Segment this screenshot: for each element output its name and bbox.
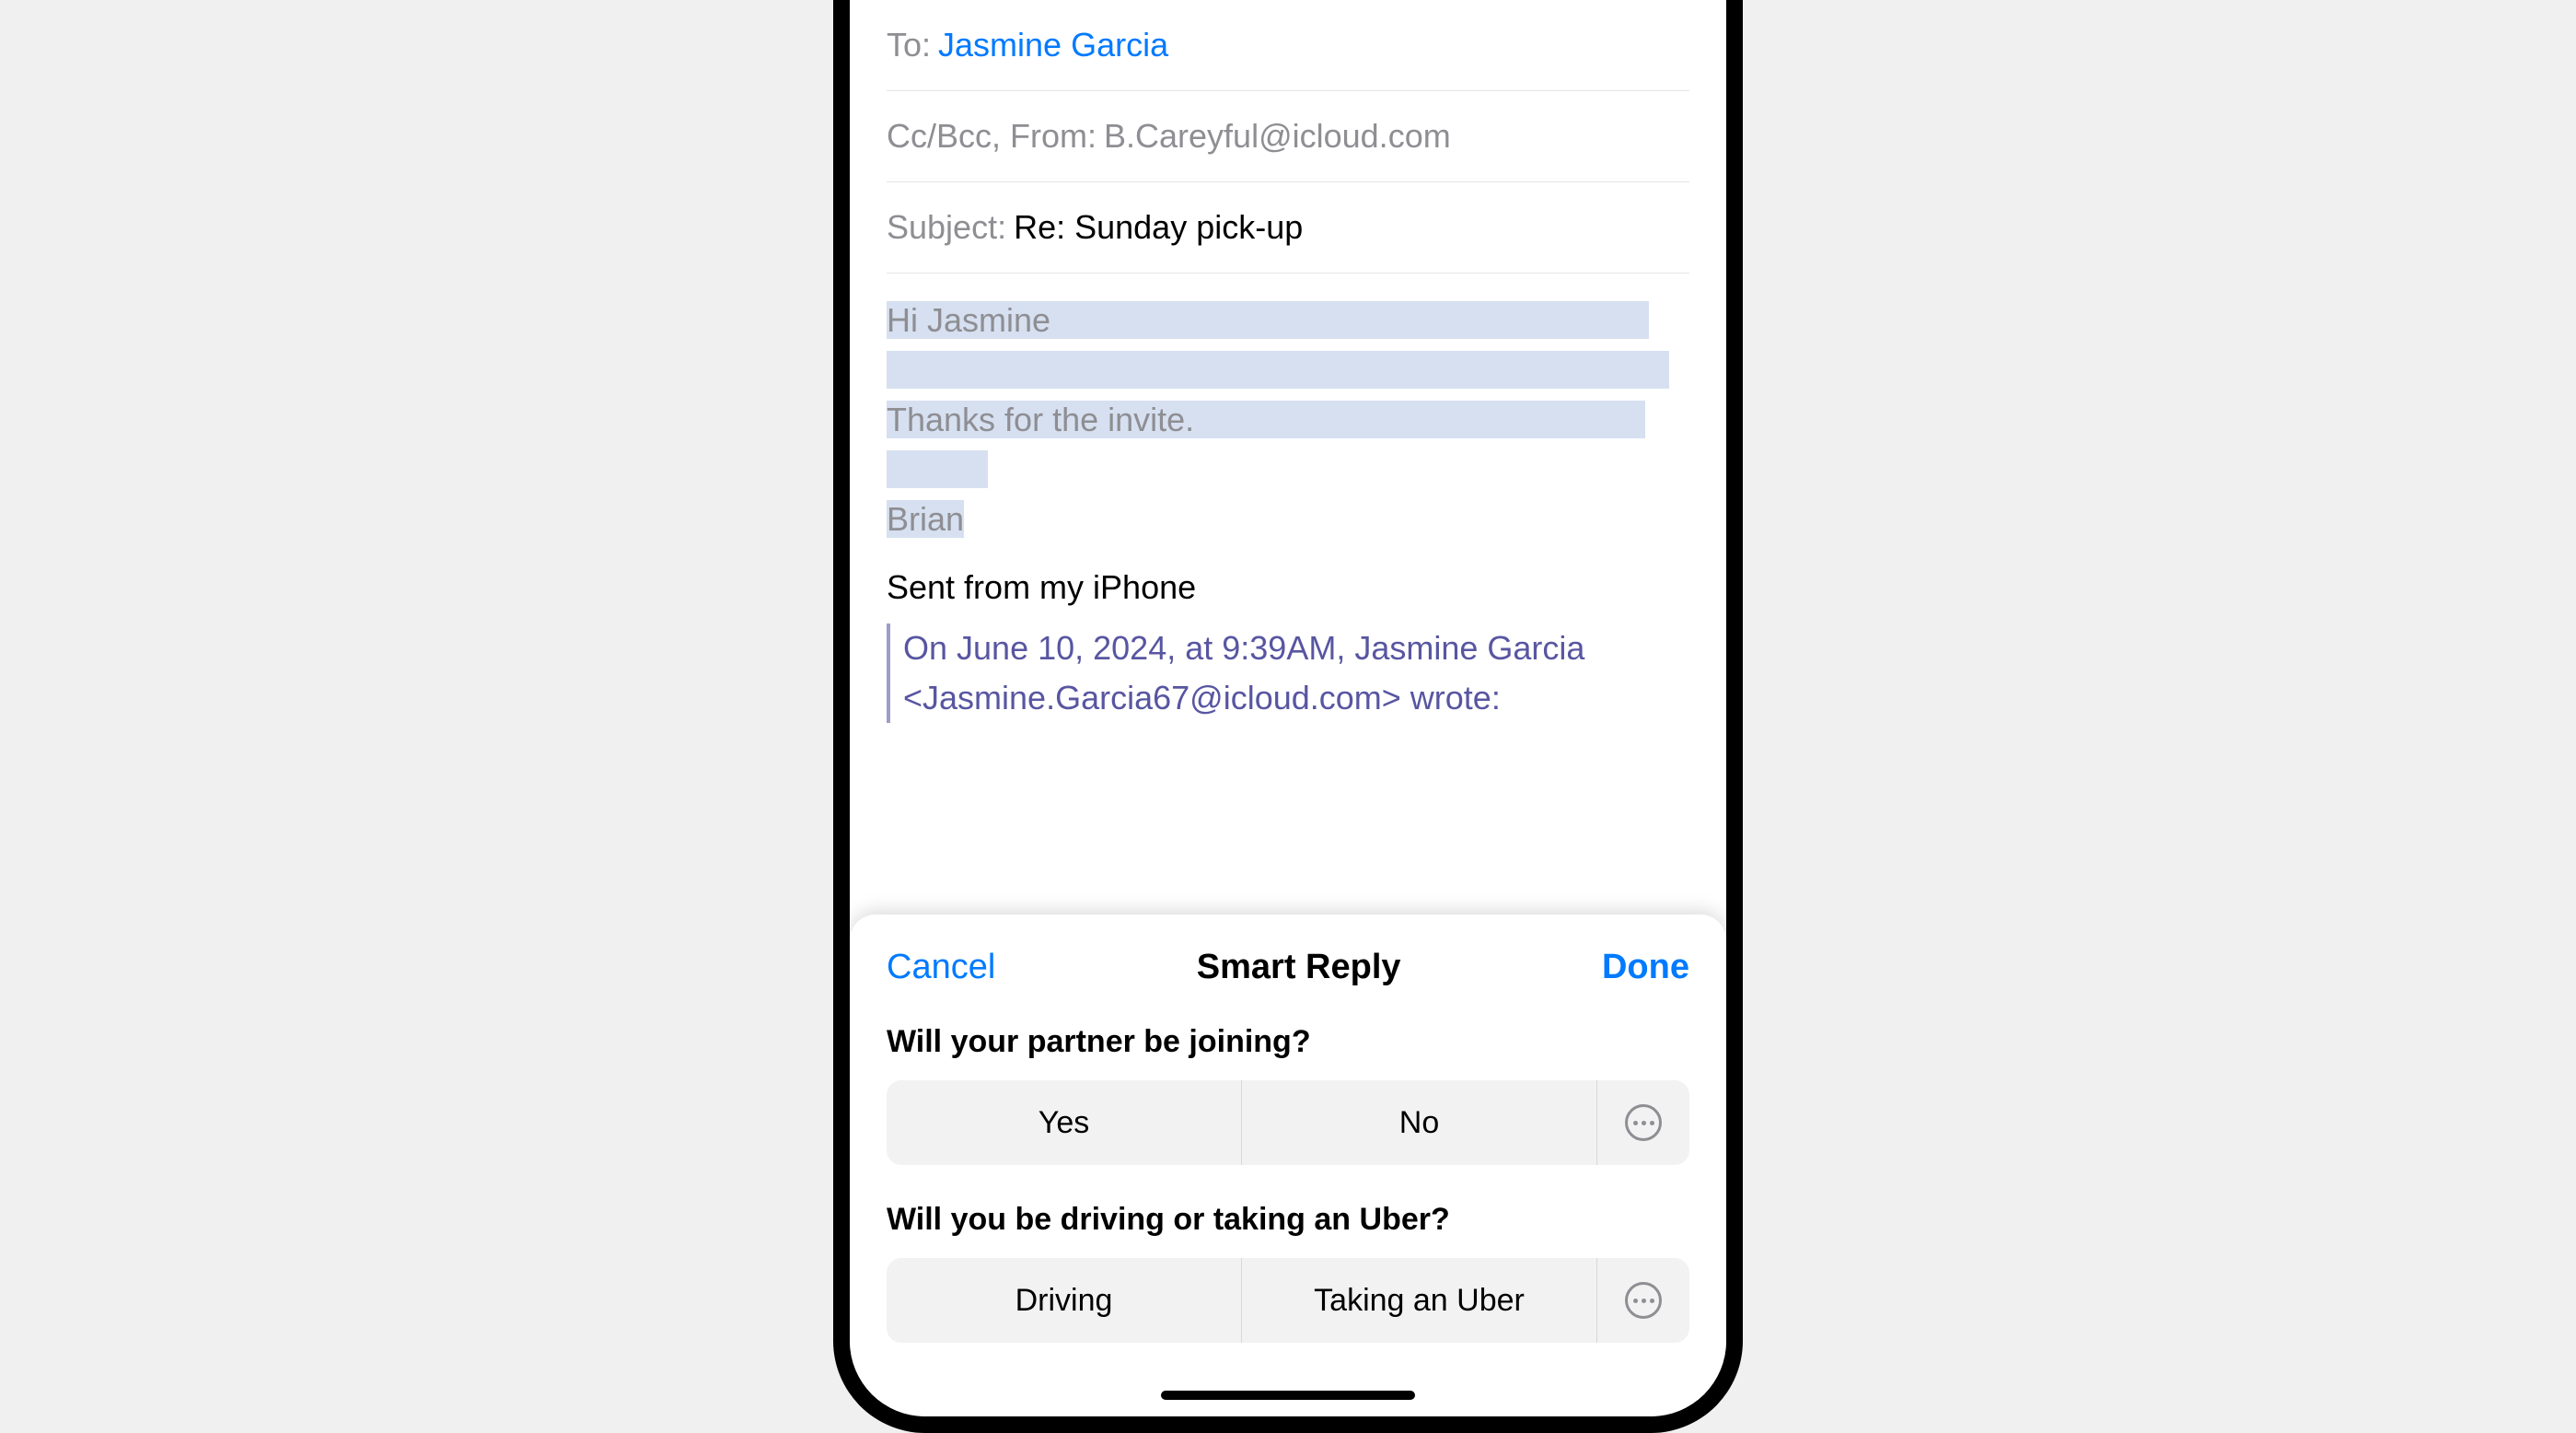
- ccbcc-from-field[interactable]: Cc/Bcc, From: B.Careyful@icloud.com: [887, 91, 1689, 182]
- quoted-header: On June 10, 2024, at 9:39AM, Jasmine Gar…: [887, 623, 1689, 723]
- question-2: Will you be driving or taking an Uber?: [887, 1202, 1689, 1238]
- phone-frame: To: Jasmine Garcia Cc/Bcc, From: B.Carey…: [833, 0, 1743, 1433]
- body-line-2: Thanks for the invite.: [887, 401, 1194, 438]
- subject-field[interactable]: Subject: Re: Sunday pick-up: [887, 182, 1689, 274]
- email-signature: Sent from my iPhone: [887, 563, 1689, 612]
- home-indicator[interactable]: [1161, 1391, 1415, 1400]
- option-yes[interactable]: Yes: [887, 1080, 1242, 1165]
- email-compose-area: To: Jasmine Garcia Cc/Bcc, From: B.Carey…: [850, 0, 1726, 745]
- cancel-button[interactable]: Cancel: [887, 948, 995, 987]
- option-driving[interactable]: Driving: [887, 1258, 1242, 1343]
- phone-screen: To: Jasmine Garcia Cc/Bcc, From: B.Carey…: [850, 0, 1726, 1416]
- sheet-title: Smart Reply: [1197, 948, 1401, 987]
- to-field[interactable]: To: Jasmine Garcia: [887, 0, 1689, 91]
- to-recipient[interactable]: Jasmine Garcia: [938, 26, 1168, 64]
- done-button[interactable]: Done: [1602, 948, 1689, 987]
- subject-value: Re: Sunday pick-up: [1014, 208, 1303, 247]
- option-no[interactable]: No: [1242, 1080, 1597, 1165]
- subject-label: Subject:: [887, 208, 1006, 247]
- question-2-options: Driving Taking an Uber: [887, 1258, 1689, 1343]
- option-more-1[interactable]: [1597, 1080, 1689, 1165]
- question-1-options: Yes No: [887, 1080, 1689, 1165]
- more-icon: [1625, 1282, 1662, 1319]
- body-line-1: Hi Jasmine: [887, 301, 1050, 339]
- sheet-header: Cancel Smart Reply Done: [887, 948, 1689, 987]
- from-value: B.Careyful@icloud.com: [1104, 117, 1451, 156]
- question-1: Will your partner be joining?: [887, 1024, 1689, 1060]
- email-body[interactable]: Hi Jasmine Thanks for the invite. Brian …: [887, 274, 1689, 745]
- option-uber[interactable]: Taking an Uber: [1242, 1258, 1597, 1343]
- ccbcc-label: Cc/Bcc, From:: [887, 117, 1097, 156]
- body-line-3: Brian: [887, 500, 964, 538]
- smart-reply-sheet: Cancel Smart Reply Done Will your partne…: [850, 915, 1726, 1416]
- more-icon: [1625, 1104, 1662, 1141]
- selected-body-text: Hi Jasmine Thanks for the invite. Brian: [887, 296, 1689, 544]
- to-label: To:: [887, 26, 931, 64]
- option-more-2[interactable]: [1597, 1258, 1689, 1343]
